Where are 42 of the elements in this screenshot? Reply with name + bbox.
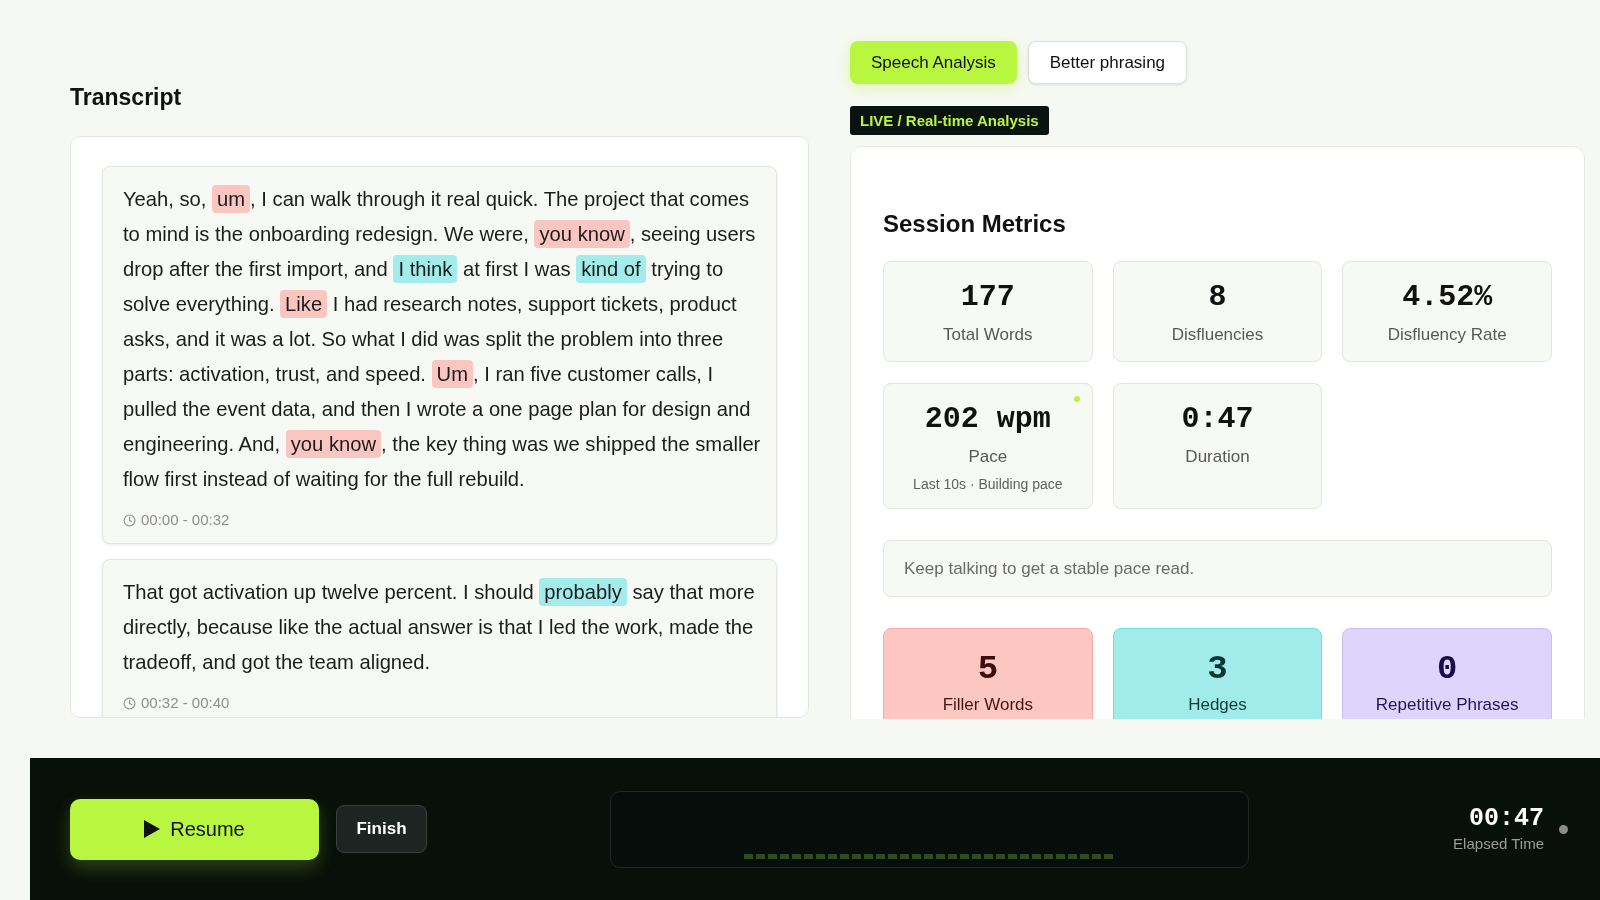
metrics-title: Session Metrics bbox=[883, 209, 1067, 239]
hedge-word-highlight: kind of bbox=[576, 255, 646, 283]
tab[interactable]: Speech Analysis bbox=[850, 41, 1017, 84]
elapsed-time: 00:47 bbox=[1469, 804, 1544, 834]
category-count: 3 bbox=[1207, 651, 1228, 687]
filler-word-highlight: um bbox=[212, 185, 251, 213]
metric-label: Pace bbox=[968, 446, 1008, 468]
metric-value: 8 bbox=[1208, 279, 1227, 315]
transcript-paragraph: Yeah, so, um , I can walk through it real quick. The project that comes to mind is the onboarding redesign. We were, you know , seeing users drop after the first import, and I think at first I was kind of trying to solve everything. Like I had research notes, support tickets, product asks, and it was a lot. So what I did was split the problem into three parts: activation, trust, and speed. Um , I ran five customer calls, I pulled the event data, and then I wrote a one page plan for design and engineering. And, you know , the key thing was we shipped the smaller flow first instead of waiting for the full rebuild. bbox=[123, 182, 761, 497]
category-label: Hedges bbox=[1188, 694, 1247, 715]
finish-button[interactable]: Finish bbox=[336, 805, 427, 853]
clock-icon bbox=[123, 696, 136, 710]
play-icon bbox=[144, 820, 161, 838]
elapsed-label: Elapsed Time bbox=[1453, 834, 1544, 854]
filler-word-highlight: Like bbox=[280, 290, 328, 318]
category-count: 5 bbox=[977, 651, 999, 687]
transcript-title: Transcript bbox=[70, 83, 182, 111]
category-label: Filler Words bbox=[942, 694, 1033, 715]
metric-value: 177 bbox=[960, 279, 1015, 315]
filler-word-highlight: you know bbox=[285, 430, 382, 458]
metric-note: Last 10s · Building pace bbox=[913, 475, 1063, 493]
hint-message: Keep talking to get a stable pace read. bbox=[883, 540, 1552, 597]
metric-label: Total Words bbox=[943, 324, 1033, 346]
clock-icon bbox=[123, 513, 136, 527]
tab[interactable]: Better phrasing bbox=[1027, 41, 1188, 84]
resume-button[interactable]: Resume bbox=[70, 798, 319, 860]
metric-value: 4.52% bbox=[1402, 279, 1493, 315]
segment-time: 00:00 - 00:32 bbox=[141, 510, 230, 530]
metric-label: Disfluency Rate bbox=[1387, 324, 1507, 346]
metric-label: Disfluencies bbox=[1171, 324, 1264, 346]
metric-label: Duration bbox=[1185, 446, 1250, 468]
transcript-paragraph: That got activation up twelve percent. I should probably say that more directly, because like the actual answer is that I led the work, made the tradeoff, and got the team aligned. bbox=[123, 575, 761, 680]
category-count: 0 bbox=[1436, 651, 1458, 687]
hedge-word-highlight: I think bbox=[393, 255, 458, 283]
filler-word-highlight: you know bbox=[534, 220, 630, 248]
metric-value: 202 wpm bbox=[924, 401, 1051, 437]
category-label: Repetitive Phrases bbox=[1375, 694, 1519, 715]
filler-word-highlight: Um bbox=[431, 360, 473, 388]
hedge-word-highlight: probably bbox=[539, 578, 627, 606]
live-badge: LIVE / Real-time Analysis bbox=[850, 106, 1049, 135]
metric-value: 0:47 bbox=[1181, 401, 1254, 437]
segment-time: 00:32 - 00:40 bbox=[141, 693, 230, 713]
